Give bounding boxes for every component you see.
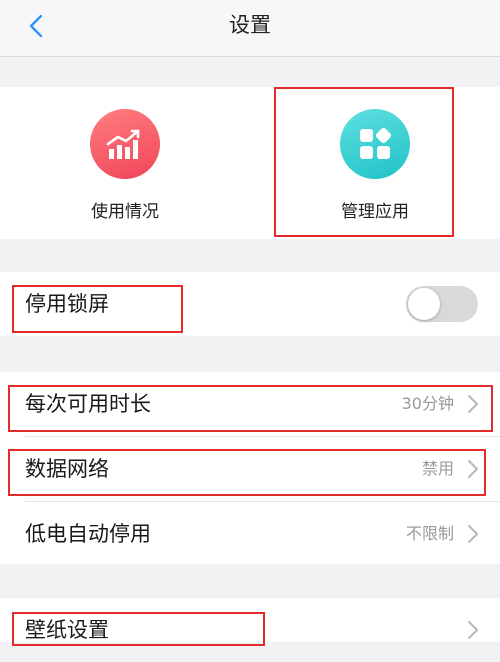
chevron-right-icon [468,395,478,413]
wallpaper-row[interactable]: 壁纸设置 [0,598,500,662]
chevron-right-icon [468,460,478,478]
usage-stats-tile[interactable]: 使用情况 [0,87,250,239]
low-battery-label: 低电自动停用 [25,522,151,546]
apps-grid-icon [340,109,410,179]
mobile-data-value: 禁用 [421,459,454,478]
usage-limit-label: 每次可用时长 [25,392,151,416]
usage-limit-row[interactable]: 每次可用时长 30分钟 [0,372,500,436]
chevron-right-icon [468,621,478,639]
wallpaper-label: 壁纸设置 [25,618,109,642]
manage-apps-tile[interactable]: 管理应用 [250,87,500,239]
quick-actions-panel: 使用情况 管理应用 [0,87,500,239]
toggle-knob [408,288,440,320]
mobile-data-label: 数据网络 [25,457,109,481]
disable-lock-screen-row: 停用锁屏 [0,272,500,336]
mobile-data-row[interactable]: 数据网络 禁用 [0,437,500,501]
low-battery-value: 不限制 [405,524,454,543]
usage-stats-label: 使用情况 [91,202,159,222]
disable-lock-screen-label: 停用锁屏 [25,292,109,316]
manage-apps-label: 管理应用 [341,202,409,222]
wallpaper-section: 壁纸设置 [0,598,500,642]
page-title: 设置 [229,13,271,37]
low-battery-row[interactable]: 低电自动停用 不限制 [0,502,500,566]
chevron-right-icon [468,525,478,543]
usage-settings-section: 每次可用时长 30分钟 数据网络 禁用 低电自动停用 不限制 [0,372,500,564]
chart-icon [90,109,160,179]
lock-screen-section: 停用锁屏 [0,272,500,336]
usage-limit-value: 30分钟 [401,394,454,413]
disable-lock-screen-toggle[interactable] [406,286,478,322]
navigation-bar: 设置 [0,0,500,57]
